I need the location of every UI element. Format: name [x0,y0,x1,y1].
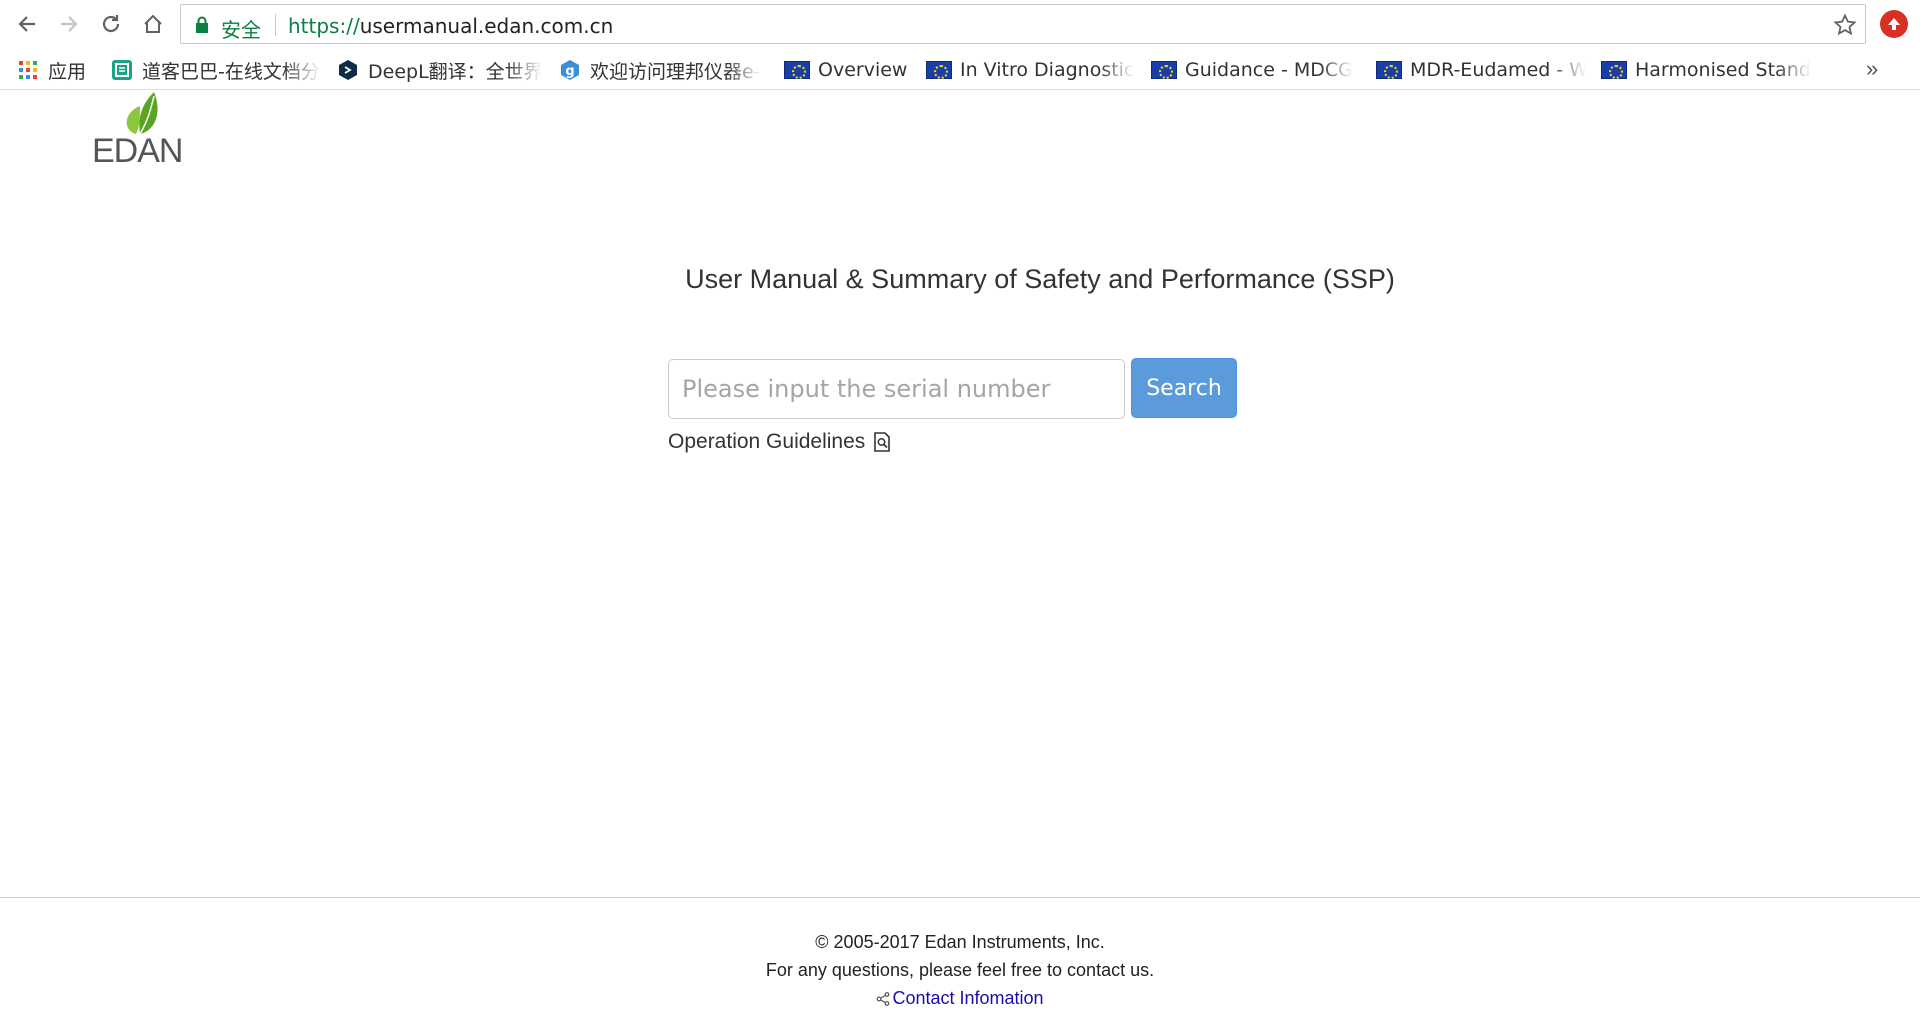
url-scheme: https:// [288,14,360,38]
contact-prompt-text: For any questions, please feel free to c… [765,960,1155,980]
reload-button[interactable] [96,9,126,39]
eu-flag-icon [1376,61,1402,79]
bookmark-guidance[interactable]: Guidance - MDCG [1151,56,1361,84]
url-host: usermanual.edan.com.cn [359,14,614,38]
page-title: User Manual & Summary of Safety and Perf… [685,264,1395,294]
eu-flag-icon [1151,61,1177,79]
arrow-right-icon [61,16,78,32]
bookmark-label: 欢迎访问理邦仪器e- [590,60,761,83]
bookmark-label: Guidance - MDCG [1185,59,1353,81]
bookmark-label: Overview [818,59,908,81]
star-icon[interactable] [1833,13,1857,37]
bookmark-label: In Vitro Diagnostic [960,59,1135,81]
share-icon [877,991,890,1006]
url-text[interactable]: https://usermanual.edan.com.cn [288,14,613,38]
bookmark-ivd[interactable]: In Vitro Diagnostic [926,56,1136,84]
bookmark-deepl[interactable]: DeepL翻译：全世界 [336,56,542,84]
doc88-icon [110,58,134,82]
bookmark-doc88[interactable]: 道客巴巴-在线文档分 [110,56,322,84]
document-search-icon [874,432,891,452]
operation-guidelines-link[interactable]: Operation Guidelines [668,430,891,454]
back-button[interactable] [12,9,42,39]
bookmarks-bar: 应用 道客巴巴-在线文档分 DeepL翻译：全世界 g 欢迎访问理邦仪器e- O… [0,50,1920,90]
footer-divider [0,897,1920,898]
bookmark-label: DeepL翻译：全世界 [368,60,542,83]
eu-flag-icon [1601,61,1627,79]
eu-flag-icon [926,61,952,79]
upload-arrow-icon [1888,18,1900,30]
secure-label: 安全 [221,18,261,42]
bookmark-apps[interactable]: 应用 [16,56,96,84]
address-separator [275,14,276,36]
address-bar[interactable]: 安全 https://usermanual.edan.com.cn [180,4,1866,44]
eu-flag-icon [784,61,810,79]
browser-toolbar: 安全 https://usermanual.edan.com.cn [0,0,1920,50]
edan-logo[interactable]: EDAN [92,90,202,170]
bookmark-harmonised[interactable]: Harmonised Stand [1601,56,1811,84]
bookmark-edan[interactable]: g 欢迎访问理邦仪器e- [558,56,764,84]
contact-link-label: Contact Infomation [892,988,1044,1008]
search-button[interactable]: Search [1131,358,1237,418]
g-icon: g [558,58,582,82]
logo-text: EDAN [92,132,183,170]
deepl-icon [336,58,360,82]
serial-number-input[interactable] [668,359,1125,419]
svg-text:g: g [565,64,574,79]
guidelines-label: Operation Guidelines [668,430,866,453]
home-button[interactable] [138,9,168,39]
bookmark-eudamed[interactable]: MDR-Eudamed - W [1376,56,1586,84]
leaf-icon [126,92,158,135]
bookmark-label: 应用 [48,60,87,83]
bookmark-label: 道客巴巴-在线文档分 [142,60,320,83]
forward-button[interactable] [54,9,84,39]
arrow-left-icon [18,16,35,32]
bookmark-overview[interactable]: Overview [784,56,914,84]
contact-information-link[interactable]: Contact Infomation [0,988,1920,1009]
bookmark-label: MDR-Eudamed - W [1410,59,1586,81]
bookmark-label: Harmonised Stand [1635,59,1811,81]
lock-icon [196,16,208,33]
bookmarks-overflow-button[interactable]: » [1866,56,1878,82]
extension-icon[interactable] [1880,10,1908,38]
copyright-text: © 2005-2017 Edan Instruments, Inc. [815,932,1105,952]
reload-icon [102,15,120,33]
apps-grid-icon [16,58,40,82]
home-icon [144,14,162,33]
